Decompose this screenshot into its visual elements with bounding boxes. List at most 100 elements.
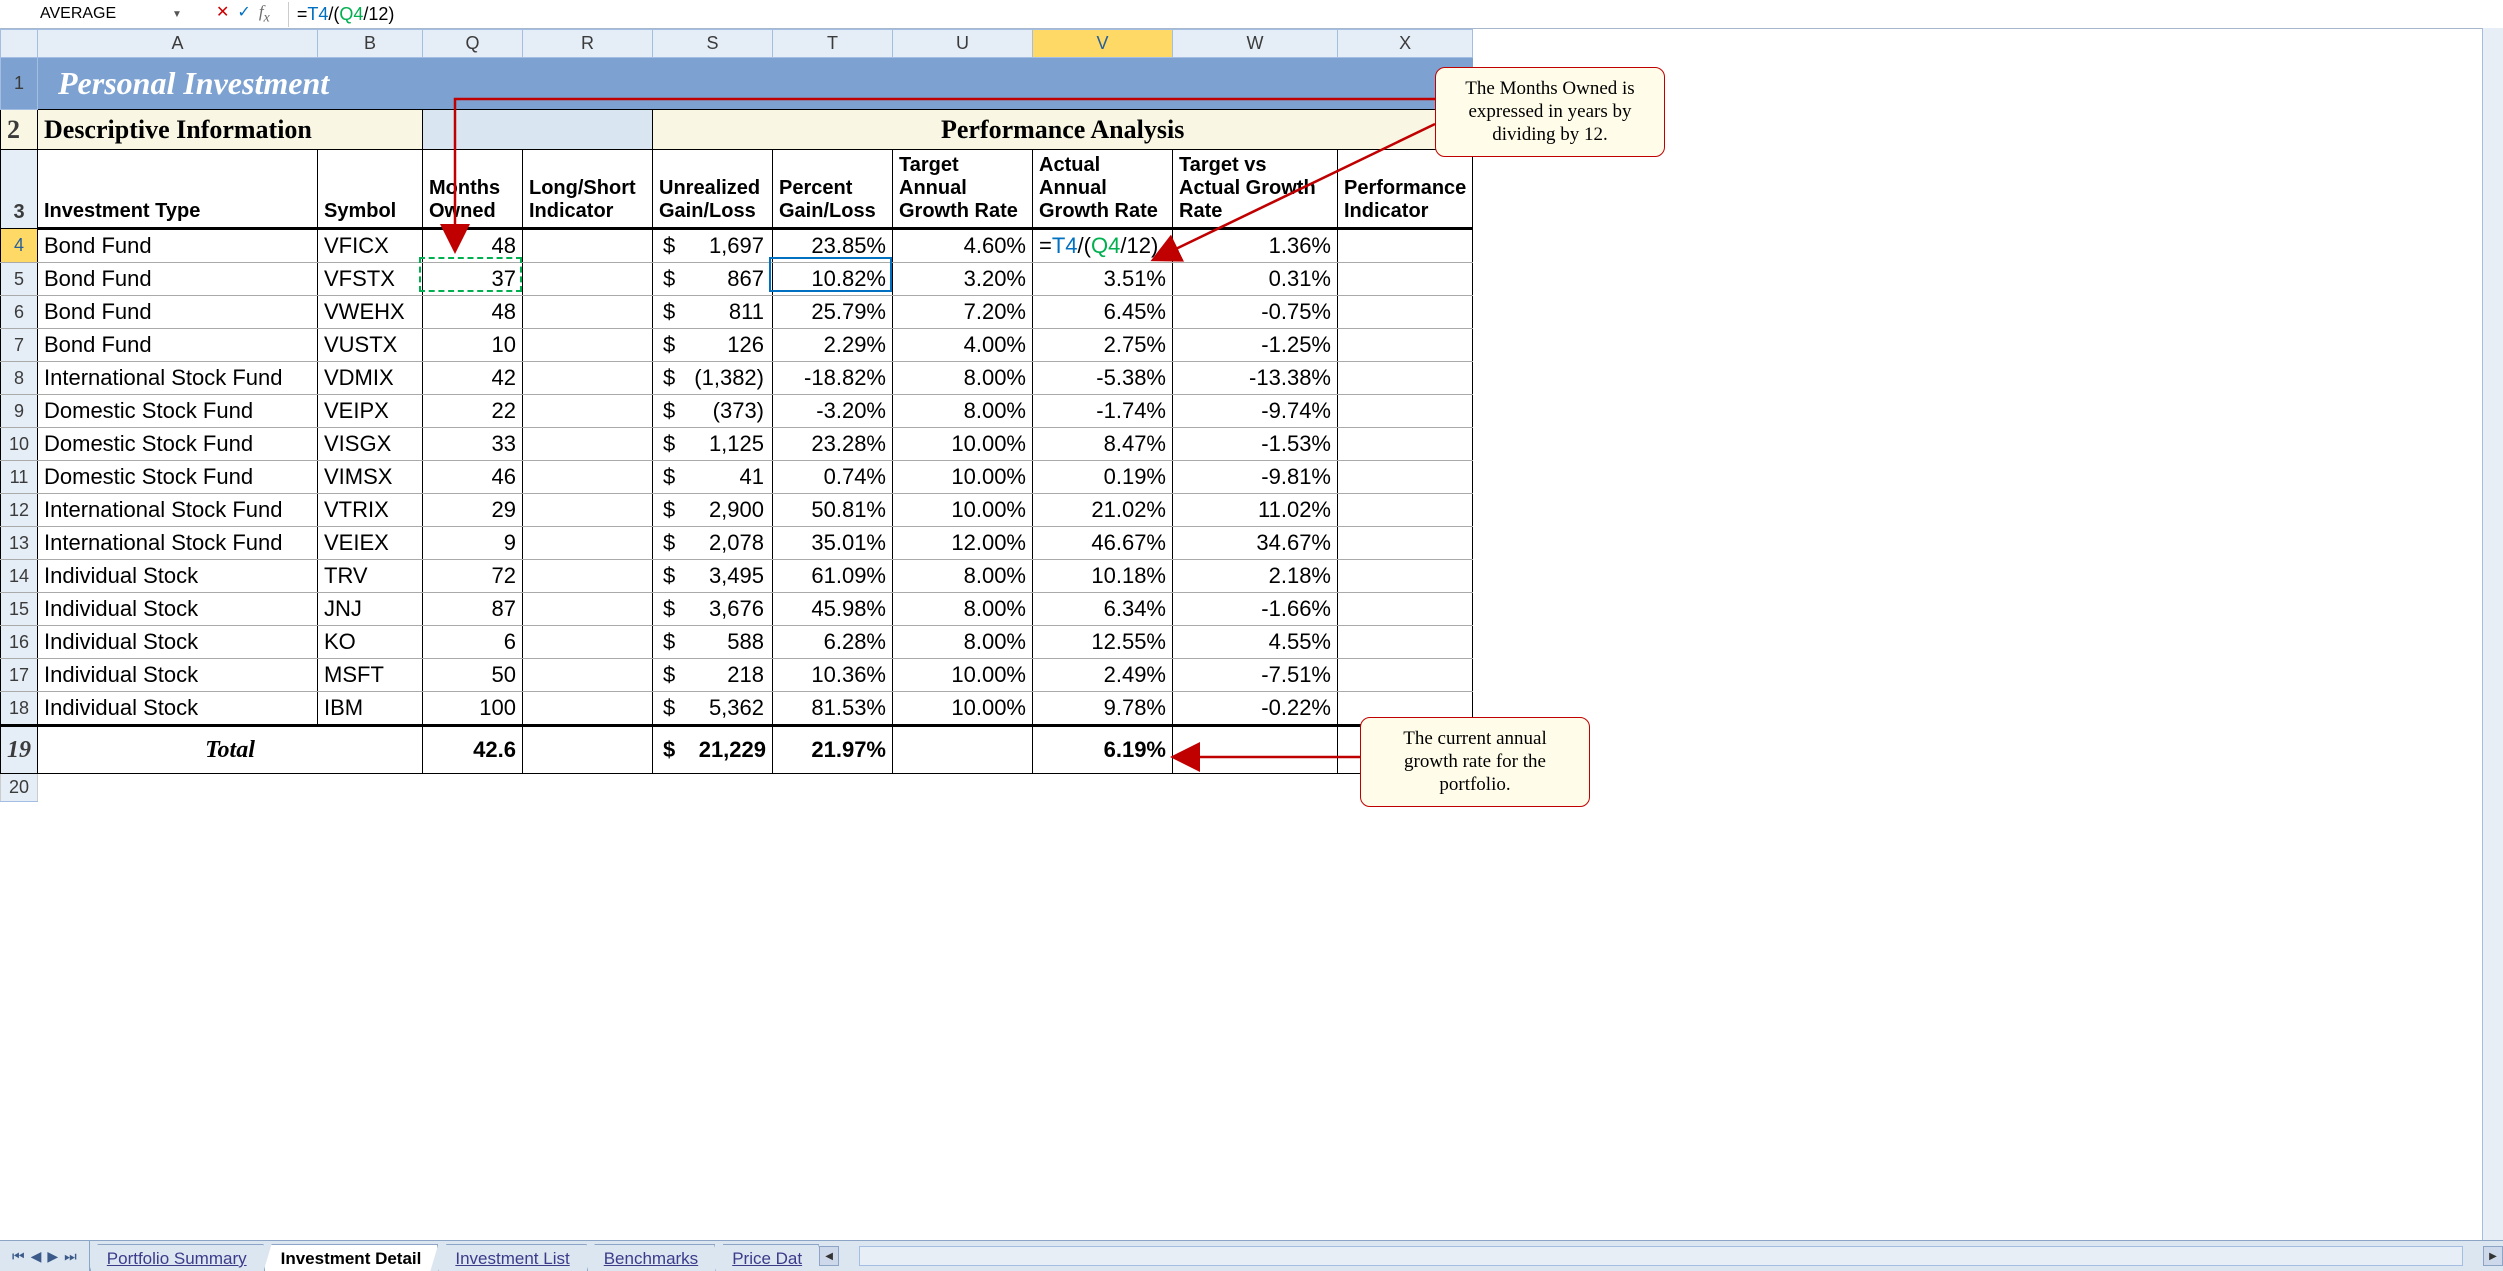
cell-9-R[interactable] (523, 395, 653, 428)
cell-4-Q[interactable]: 48 (423, 229, 523, 263)
cell-8-X[interactable] (1338, 362, 1473, 395)
col-B[interactable]: B (318, 30, 423, 58)
cell-15-A[interactable]: Individual Stock (38, 593, 318, 626)
cell-6-W[interactable]: -0.75% (1173, 296, 1338, 329)
cell-7-T[interactable]: 2.29% (773, 329, 893, 362)
cell-11-A[interactable]: Domestic Stock Fund (38, 461, 318, 494)
cell-13-W[interactable]: 34.67% (1173, 527, 1338, 560)
cell-7-S[interactable]: $126 (653, 329, 773, 362)
cell-8-Q[interactable]: 42 (423, 362, 523, 395)
cell-8-U[interactable]: 8.00% (893, 362, 1033, 395)
cell-15-S[interactable]: $3,676 (653, 593, 773, 626)
cell-7-A[interactable]: Bond Fund (38, 329, 318, 362)
cell-16-V[interactable]: 12.55% (1033, 626, 1173, 659)
tab-benchmarks[interactable]: Benchmarks (587, 1244, 715, 1271)
row-hdr-10[interactable]: 10 (1, 428, 38, 461)
hdr-actual-growth[interactable]: Actual Annual Growth Rate (1033, 150, 1173, 229)
cell-17-B[interactable]: MSFT (318, 659, 423, 692)
cell-8-W[interactable]: -13.38% (1173, 362, 1338, 395)
cell-12-R[interactable] (523, 494, 653, 527)
tab-investment-list[interactable]: Investment List (438, 1244, 586, 1271)
cell-17-W[interactable]: -7.51% (1173, 659, 1338, 692)
cell-4-W[interactable]: 1.36% (1173, 229, 1338, 263)
hdr-months-owned[interactable]: Months Owned (423, 150, 523, 229)
cell-9-B[interactable]: VEIPX (318, 395, 423, 428)
hdr-unrealized[interactable]: Unrealized Gain/Loss (653, 150, 773, 229)
cell-10-V[interactable]: 8.47% (1033, 428, 1173, 461)
cell-11-U[interactable]: 10.00% (893, 461, 1033, 494)
cell-18-T[interactable]: 81.53% (773, 692, 893, 726)
cell-6-X[interactable] (1338, 296, 1473, 329)
cell-15-B[interactable]: JNJ (318, 593, 423, 626)
total-actual-growth[interactable]: 6.19% (1033, 726, 1173, 774)
cell-10-W[interactable]: -1.53% (1173, 428, 1338, 461)
cell-5-W[interactable]: 0.31% (1173, 263, 1338, 296)
row-hdr-12[interactable]: 12 (1, 494, 38, 527)
page-title[interactable]: Personal Investment (38, 58, 423, 110)
hdr-investment-type[interactable]: Investment Type (38, 150, 318, 229)
cancel-icon[interactable]: ✕ (216, 2, 229, 26)
cell-13-S[interactable]: $2,078 (653, 527, 773, 560)
tab-prev-icon[interactable]: ◀ (29, 1248, 44, 1265)
tab-last-icon[interactable]: ⏭ (62, 1248, 79, 1265)
row-hdr-14[interactable]: 14 (1, 560, 38, 593)
cell-6-Q[interactable]: 48 (423, 296, 523, 329)
cell-18-B[interactable]: IBM (318, 692, 423, 726)
col-T[interactable]: T (773, 30, 893, 58)
cell-12-A[interactable]: International Stock Fund (38, 494, 318, 527)
cell-10-B[interactable]: VISGX (318, 428, 423, 461)
blank-section[interactable] (423, 110, 653, 150)
vertical-scrollbar[interactable] (2482, 28, 2503, 1241)
col-A[interactable]: A (38, 30, 318, 58)
cell-9-X[interactable] (1338, 395, 1473, 428)
cell-16-S[interactable]: $588 (653, 626, 773, 659)
row-hdr-2[interactable]: 2 (1, 110, 38, 150)
col-Q[interactable]: Q (423, 30, 523, 58)
cell-17-X[interactable] (1338, 659, 1473, 692)
cell-16-W[interactable]: 4.55% (1173, 626, 1338, 659)
row-hdr-13[interactable]: 13 (1, 527, 38, 560)
fx-icon[interactable]: fx (259, 2, 278, 26)
cell-12-W[interactable]: 11.02% (1173, 494, 1338, 527)
tab-portfolio-summary[interactable]: Portfolio Summary (90, 1244, 264, 1271)
cell-18-R[interactable] (523, 692, 653, 726)
cell-14-T[interactable]: 61.09% (773, 560, 893, 593)
cell-13-R[interactable] (523, 527, 653, 560)
cell-13-Q[interactable]: 9 (423, 527, 523, 560)
col-W[interactable]: W (1173, 30, 1338, 58)
col-S[interactable]: S (653, 30, 773, 58)
tab-price-dat[interactable]: Price Dat (715, 1244, 819, 1271)
hdr-target-vs-actual[interactable]: Target vs Actual Growth Rate (1173, 150, 1338, 229)
total-label[interactable]: Total (38, 726, 423, 774)
name-box-dropdown-icon[interactable]: ▼ (168, 9, 186, 20)
cell-12-S[interactable]: $2,900 (653, 494, 773, 527)
cell-7-R[interactable] (523, 329, 653, 362)
cell-9-A[interactable]: Domestic Stock Fund (38, 395, 318, 428)
section-descriptive[interactable]: Descriptive Information (38, 110, 423, 150)
cell-6-A[interactable]: Bond Fund (38, 296, 318, 329)
cell-5-Q[interactable]: 37 (423, 263, 523, 296)
cell-18-A[interactable]: Individual Stock (38, 692, 318, 726)
total-percent[interactable]: 21.97% (773, 726, 893, 774)
cell-14-R[interactable] (523, 560, 653, 593)
cell-16-U[interactable]: 8.00% (893, 626, 1033, 659)
cell-11-R[interactable] (523, 461, 653, 494)
cell-15-R[interactable] (523, 593, 653, 626)
cell-7-X[interactable] (1338, 329, 1473, 362)
cell-16-X[interactable] (1338, 626, 1473, 659)
row-hdr-7[interactable]: 7 (1, 329, 38, 362)
cell-13-A[interactable]: International Stock Fund (38, 527, 318, 560)
horizontal-scrollbar[interactable]: ◀ ▶ (819, 1241, 2503, 1271)
col-U[interactable]: U (893, 30, 1033, 58)
hdr-perf-indicator[interactable]: Performance Indicator (1338, 150, 1473, 229)
cell-6-V[interactable]: 6.45% (1033, 296, 1173, 329)
cell-12-B[interactable]: VTRIX (318, 494, 423, 527)
worksheet[interactable]: A B Q R S T U V W X 1 Personal Investmen… (0, 29, 2503, 1271)
cell-18-V[interactable]: 9.78% (1033, 692, 1173, 726)
cell-14-U[interactable]: 8.00% (893, 560, 1033, 593)
cell-16-R[interactable] (523, 626, 653, 659)
cell-15-T[interactable]: 45.98% (773, 593, 893, 626)
cell-6-U[interactable]: 7.20% (893, 296, 1033, 329)
cell-7-Q[interactable]: 10 (423, 329, 523, 362)
name-box[interactable]: AVERAGE (0, 5, 168, 23)
